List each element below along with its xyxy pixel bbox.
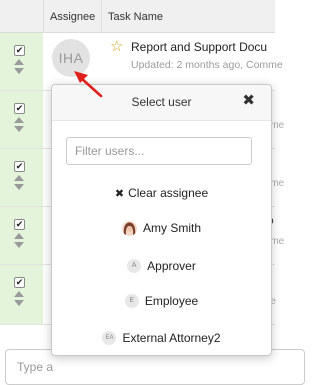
annotation-arrow-icon	[74, 71, 103, 98]
